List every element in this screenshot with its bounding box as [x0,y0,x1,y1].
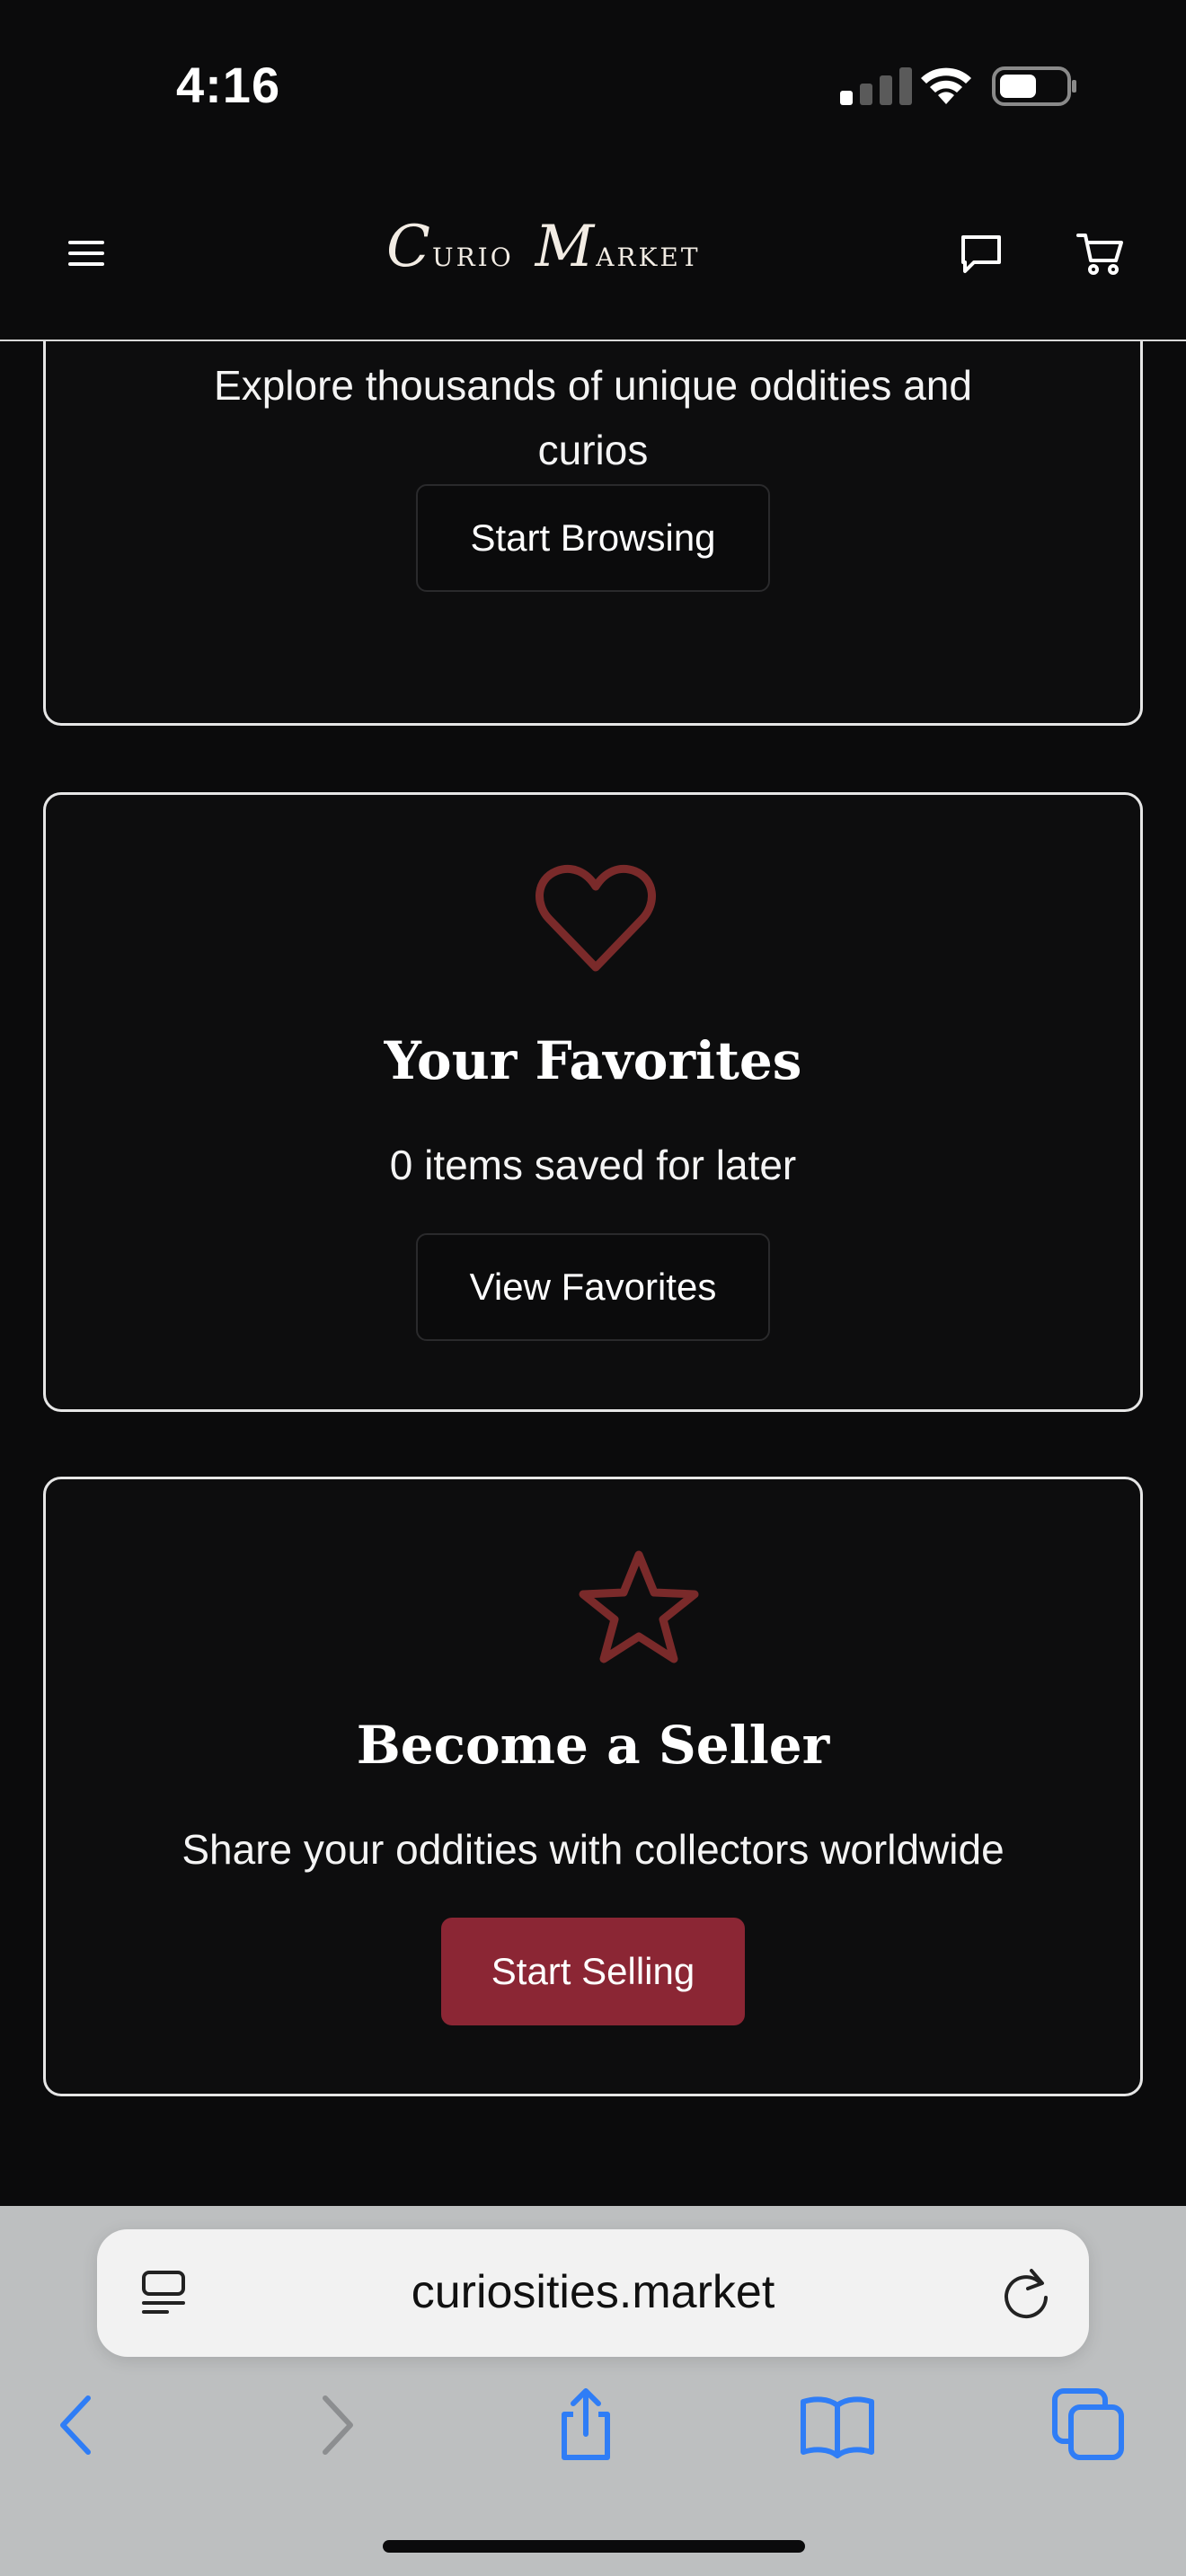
logo-initial-c: C [386,214,432,280]
site-logo[interactable]: C urio M arket [386,214,746,295]
favorites-title: Your Favorites [384,1030,802,1091]
main-content: Explore thousands of unique oddities and… [0,341,1186,2206]
seller-card: Become a Seller Share your oddities with… [43,1477,1143,2096]
seller-description: Share your oddities with collectors worl… [181,1826,1005,1873]
reload-icon[interactable] [999,2265,1053,2321]
start-selling-button[interactable]: Start Selling [441,1918,745,2025]
forward-icon[interactable] [298,2387,374,2463]
cellular-signal-icon [840,67,912,105]
chat-icon[interactable] [958,230,1005,277]
favorites-description: 0 items saved for later [389,1142,797,1188]
logo-initial-m: M [535,214,597,280]
status-time: 4:16 [176,57,281,113]
favorites-card: Your Favorites 0 items saved for later V… [43,792,1143,1412]
status-bar: 4:16 [0,0,1186,171]
url-text: curiosities.market [411,2266,775,2318]
cart-icon[interactable] [1075,228,1125,278]
battery-icon [992,66,1076,106]
back-icon[interactable] [40,2387,115,2463]
browse-card-title [46,341,1140,346]
view-favorites-button[interactable]: View Favorites [416,1233,770,1341]
site-header: C urio M arket [0,171,1186,341]
logo-word-arket: arket [596,234,701,275]
share-icon[interactable] [548,2387,624,2463]
bookmarks-icon[interactable] [800,2387,875,2463]
wifi-icon [921,67,971,104]
logo-word-urio: urio [431,234,514,275]
address-bar[interactable]: curiosities.market [97,2229,1089,2357]
menu-icon[interactable] [65,235,108,271]
browser-toolbar: curiosities.market [0,2206,1186,2576]
start-browsing-button[interactable]: Start Browsing [416,484,770,592]
heart-icon [535,864,656,972]
tabs-icon[interactable] [1051,2387,1127,2463]
star-icon [579,1550,699,1663]
home-indicator [383,2540,805,2553]
browse-card-description: Explore thousands of unique oddities and… [214,362,972,473]
seller-title: Become a Seller [356,1715,830,1776]
browse-card: Explore thousands of unique oddities and… [43,341,1143,726]
